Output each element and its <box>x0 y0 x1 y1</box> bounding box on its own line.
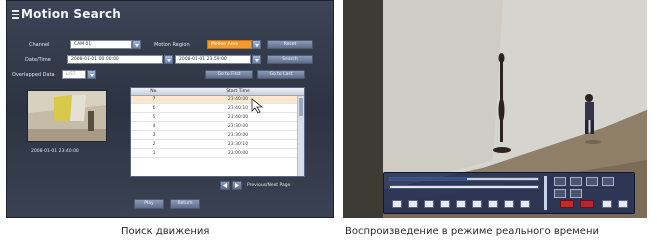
pause-button[interactable] <box>424 200 434 208</box>
divider <box>544 176 547 210</box>
row-number: 4 <box>152 124 156 129</box>
search-button[interactable]: Search <box>267 55 313 64</box>
timeline-progress <box>390 178 467 180</box>
go-to-first-button[interactable]: Go to First <box>205 70 253 79</box>
layout-4-button[interactable] <box>570 177 582 186</box>
column-header-no: No. <box>150 89 158 94</box>
menu-icon <box>12 10 19 19</box>
column-header-start-time: Start Time <box>226 89 250 94</box>
row-start-time: 23:30:00 <box>227 133 249 138</box>
thumbnail-timestamp: 2008-01-01 23:40:00 <box>31 149 79 154</box>
table-row[interactable]: 5 23:40:00 <box>131 114 299 122</box>
caption-live-playback: Воспроизведение в режиме реального време… <box>345 226 599 237</box>
table-row[interactable]: 6 23:40:10 <box>131 105 299 113</box>
row-start-time: 23:40:00 <box>227 115 249 120</box>
prev-page-button[interactable] <box>220 181 230 190</box>
row-start-time: 23:40:10 <box>227 106 249 111</box>
scrollbar-thumb[interactable] <box>299 98 303 116</box>
date-from-field[interactable]: 2008-01-01 00:00:00 <box>67 55 163 64</box>
channel-label: Channel <box>29 42 50 48</box>
motion-thumbnail <box>27 90 107 142</box>
motion-results-table: No. Start Time 7 23:40:00 6 23:40:10 5 2… <box>130 87 305 177</box>
table-scrollbar[interactable] <box>297 96 304 176</box>
slow-button[interactable] <box>488 200 498 208</box>
audio-button[interactable] <box>570 189 582 198</box>
table-header: No. Start Time <box>131 88 304 96</box>
overlapped-data-label: Overlapped Data <box>12 72 55 78</box>
live-playback-view <box>343 0 647 218</box>
timeline-bar[interactable] <box>389 177 539 181</box>
row-number: 6 <box>152 106 156 111</box>
go-to-last-button[interactable]: Go to Last <box>257 70 305 79</box>
fast-forward-button[interactable] <box>472 200 482 208</box>
table-row[interactable]: 7 23:40:00 <box>131 96 299 104</box>
layout-9-button[interactable] <box>586 177 598 186</box>
date-to-field[interactable]: 2008-01-01 23:59:00 <box>175 55 251 64</box>
timeline-scale[interactable] <box>389 185 539 189</box>
arrow-right-icon <box>235 183 239 188</box>
pagination-label: Previous/Next Page <box>247 183 291 188</box>
table-row[interactable]: 4 23:30:00 <box>131 123 299 131</box>
table-row[interactable]: 3 23:30:00 <box>131 132 299 140</box>
motion-search-dialog: Motion Search Channel CAM 01 Motion Regi… <box>6 0 334 218</box>
event-button[interactable] <box>580 200 594 208</box>
row-number: 5 <box>152 115 156 120</box>
row-start-time: 23:30:00 <box>227 124 249 129</box>
play-pb-button[interactable] <box>440 200 450 208</box>
thumbnail-image <box>28 91 106 141</box>
table-row[interactable]: 1 23:00:00 <box>131 150 299 158</box>
table-row[interactable]: 2 23:30:10 <box>131 141 299 149</box>
row-number: 3 <box>152 133 156 138</box>
exit-button[interactable] <box>618 200 628 208</box>
marker-button[interactable] <box>520 200 530 208</box>
row-number: 1 <box>152 151 156 156</box>
caption-motion-search: Поиск движения <box>121 226 210 237</box>
next-page-button[interactable] <box>232 181 242 190</box>
dialog-title: Motion Search <box>21 7 122 21</box>
motion-region-label: Motion Region <box>154 42 190 48</box>
row-start-time: 23:30:10 <box>227 142 249 147</box>
step-forward-button[interactable] <box>456 200 466 208</box>
row-start-time: 23:00:00 <box>227 151 249 156</box>
mouse-cursor-icon <box>251 98 264 114</box>
stop-button[interactable] <box>504 200 514 208</box>
channel-select[interactable]: CAM 01 <box>70 40 132 49</box>
reset-button[interactable]: Reset <box>267 40 313 49</box>
datetime-label: Date/Time <box>25 57 51 63</box>
layout-16-button[interactable] <box>602 177 614 186</box>
overlapped-dropdown-icon[interactable] <box>87 70 96 79</box>
rewind-button[interactable] <box>392 200 402 208</box>
motion-region-dropdown-icon[interactable] <box>252 40 261 49</box>
motion-region-select[interactable]: Motion Area <box>207 40 252 49</box>
capture-button[interactable] <box>602 200 612 208</box>
channel-dropdown-icon[interactable] <box>132 40 141 49</box>
record-button[interactable] <box>560 200 574 208</box>
arrow-left-icon <box>223 183 227 188</box>
playback-control-bar <box>383 172 635 214</box>
return-button[interactable]: Return <box>170 199 200 209</box>
zoom-button[interactable] <box>554 189 566 198</box>
date-from-picker-icon[interactable] <box>164 55 173 64</box>
overlapped-data-select[interactable]: LIST <box>62 70 86 79</box>
layout-1-button[interactable] <box>554 177 566 186</box>
date-to-picker-icon[interactable] <box>252 55 261 64</box>
row-number: 7 <box>152 97 156 102</box>
step-back-button[interactable] <box>408 200 418 208</box>
play-button[interactable]: Play <box>134 199 164 209</box>
row-number: 2 <box>152 142 156 147</box>
row-start-time: 23:40:00 <box>227 97 249 102</box>
